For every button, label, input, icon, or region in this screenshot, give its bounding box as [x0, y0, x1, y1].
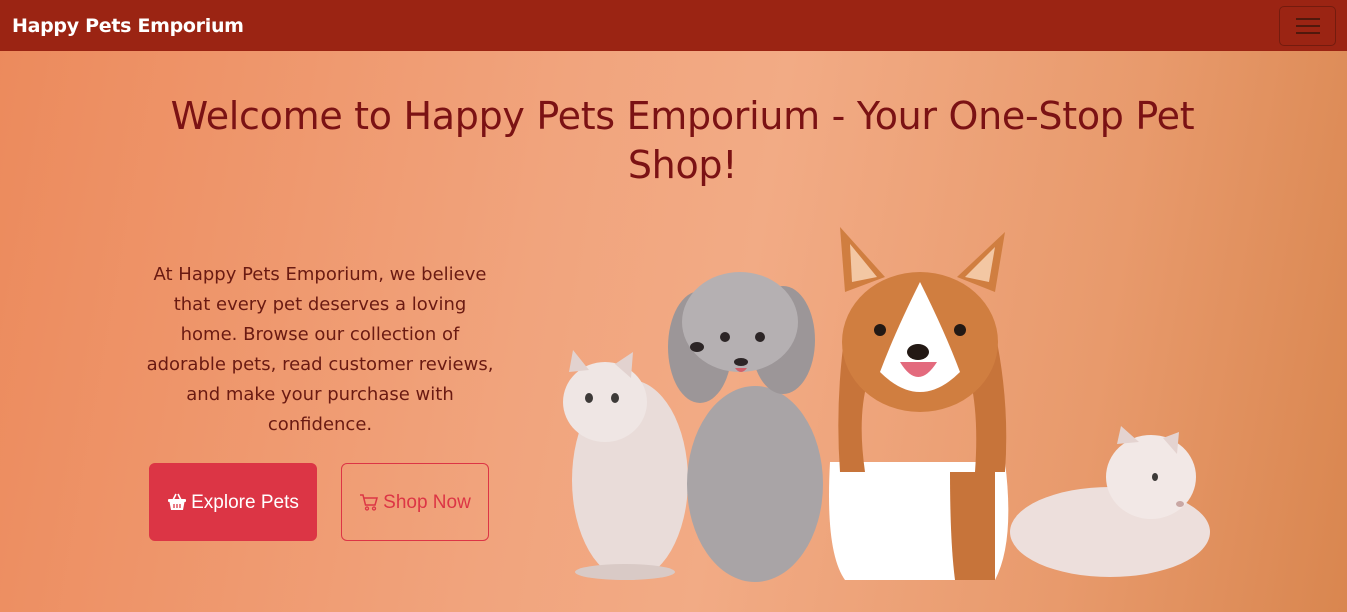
navbar-toggler-button[interactable]: [1279, 5, 1336, 46]
hero-description: At Happy Pets Emporium, we believe that …: [146, 264, 494, 435]
cart-icon: [360, 493, 379, 511]
pets-hero-image: [563, 227, 1210, 582]
brand-link[interactable]: Happy Pets Emporium: [12, 15, 244, 37]
navbar: Happy Pets Emporium: [0, 0, 1347, 51]
cat-right-image: [1010, 426, 1210, 577]
hero-title: Welcome to Happy Pets Emporium - Your On…: [170, 94, 1195, 187]
shop-now-button[interactable]: Shop Now: [341, 463, 489, 541]
shop-now-label: Shop Now: [383, 491, 471, 513]
poodle-image: [668, 272, 823, 582]
cat-left-image: [563, 350, 688, 580]
corgi-image: [829, 227, 1009, 580]
explore-pets-button[interactable]: Explore Pets: [149, 463, 317, 541]
explore-pets-label: Explore Pets: [191, 491, 299, 513]
basket-icon: [168, 493, 187, 510]
hamburger-menu-icon: [1295, 17, 1320, 20]
